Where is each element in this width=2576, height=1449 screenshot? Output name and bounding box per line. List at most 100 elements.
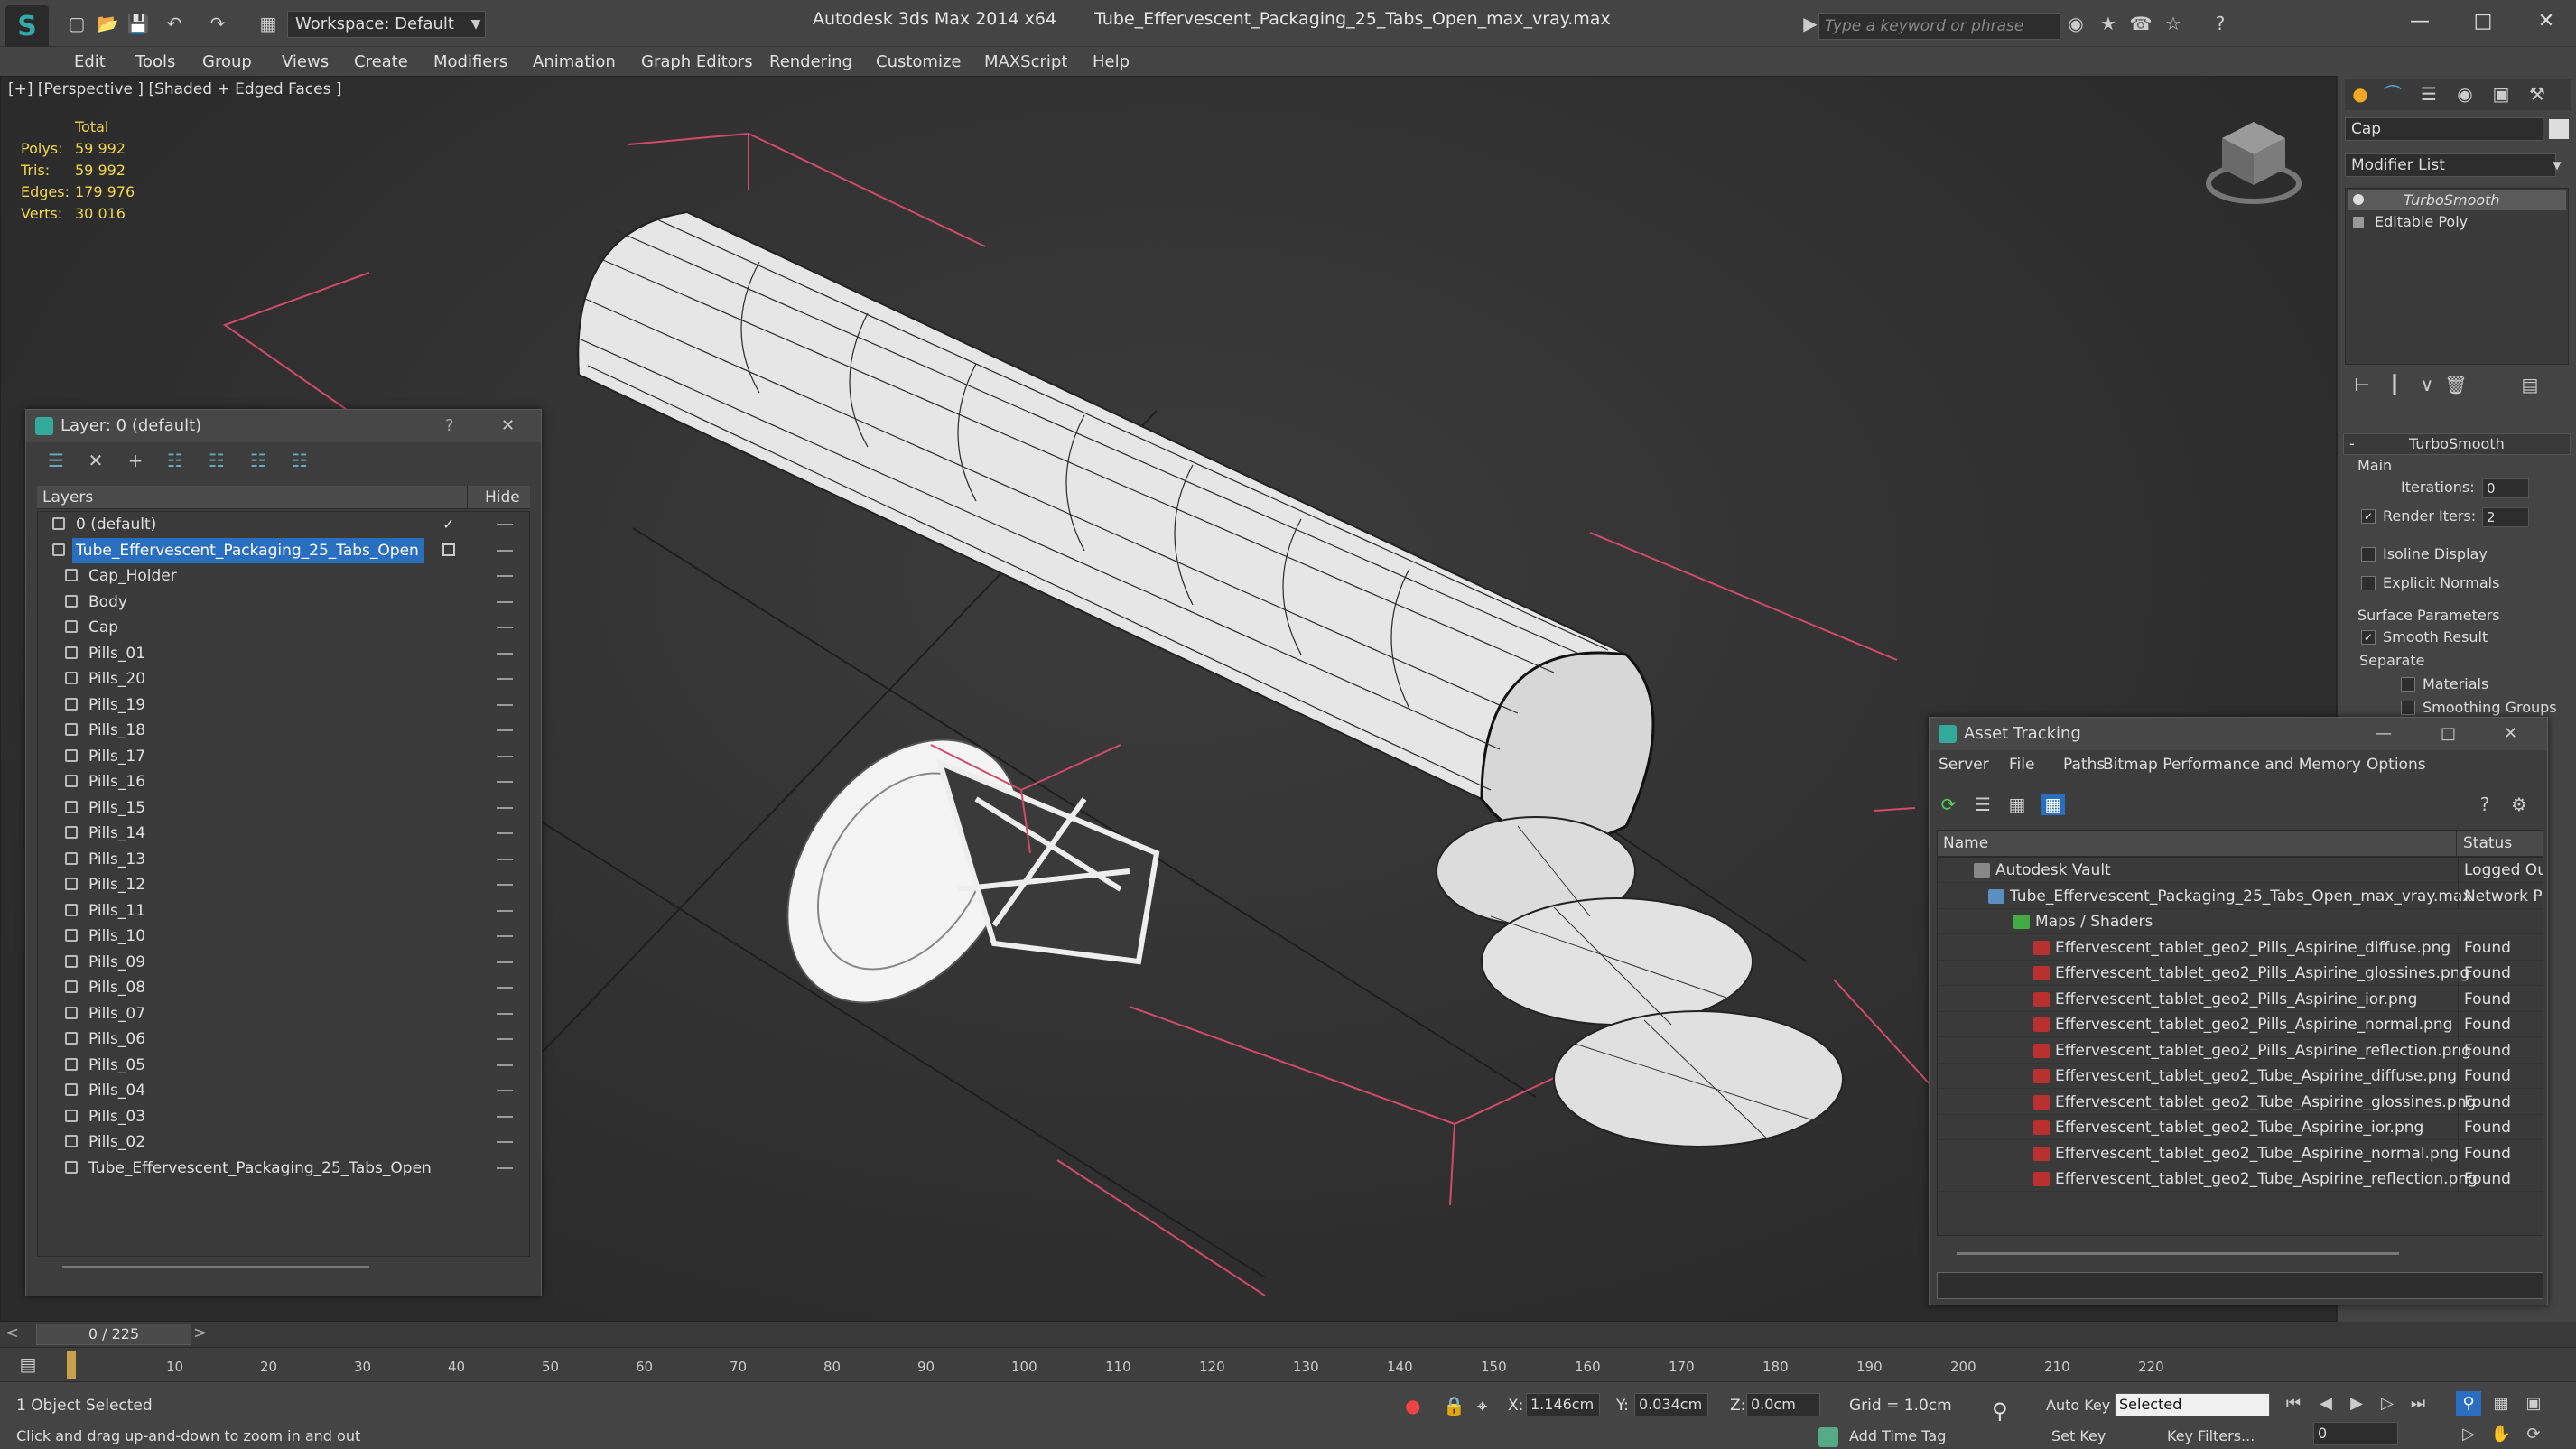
refresh-icon[interactable]: ⟳ [1937, 794, 1960, 815]
object-name-field[interactable]: Cap [2345, 117, 2543, 141]
asset-menu-paths[interactable]: Paths [2063, 756, 2105, 774]
previous-frame-icon[interactable]: ◀ [2313, 1391, 2339, 1416]
asset-menu-file[interactable]: File [2009, 756, 2034, 774]
asset-row[interactable]: Effervescent_tablet_geo2_Pills_Aspirine_… [1938, 1037, 2543, 1064]
asset-menu-bitmap-performance[interactable]: Bitmap Performance and Memory [2103, 756, 2361, 774]
communication-icon[interactable]: ☎ [2129, 13, 2153, 34]
current-layer-box-icon[interactable] [442, 543, 455, 556]
close-icon[interactable]: ✕ [501, 410, 515, 442]
hide-toggle-icon[interactable] [497, 806, 513, 809]
new-file-icon[interactable]: ▢ [65, 13, 88, 34]
hide-toggle-icon[interactable] [497, 832, 513, 834]
stack-item-turbosmooth[interactable]: TurboSmooth [2348, 190, 2566, 210]
add-to-layer-icon[interactable]: + [124, 450, 147, 471]
open-file-icon[interactable]: 📂 [96, 13, 119, 34]
time-tag-icon[interactable] [1818, 1427, 1838, 1447]
render-iters-checkbox[interactable]: ✓ [2361, 509, 2376, 524]
key-icon[interactable]: ⚲ [1992, 1398, 2008, 1424]
object-row[interactable]: Pills_13 [38, 847, 529, 872]
hide-toggle-icon[interactable] [497, 935, 513, 937]
smoothing-groups-checkbox[interactable] [2401, 701, 2415, 715]
object-row[interactable]: Pills_07 [38, 1001, 529, 1026]
auto-key-button[interactable]: Auto Key [2046, 1397, 2110, 1414]
menu-animation[interactable]: Animation [533, 52, 616, 71]
close-icon[interactable]: ✕ [2504, 718, 2517, 750]
hide-toggle-icon[interactable] [497, 1064, 513, 1066]
chevron-down-icon[interactable]: ▼ [466, 11, 486, 38]
pin-stack-icon[interactable]: ⊢ [2350, 374, 2374, 395]
zoom-extents-icon[interactable]: ▣ [2521, 1391, 2546, 1416]
current-layer-check-icon[interactable]: ✓ [442, 512, 454, 537]
object-row[interactable]: Pills_10 [38, 924, 529, 949]
object-row[interactable]: Cap_Holder [38, 563, 529, 589]
asset-row[interactable]: Maps / Shaders [1938, 909, 2543, 934]
settings-icon[interactable]: ⚙ [2507, 794, 2531, 815]
asset-tracking-titlebar[interactable]: Asset Tracking — □ ✕ [1930, 718, 2547, 750]
asset-row[interactable]: Effervescent_tablet_geo2_Tube_Aspirine_d… [1938, 1064, 2543, 1089]
hide-toggle-icon[interactable] [497, 652, 513, 655]
layer-row[interactable]: 0 (default) ✓ [38, 512, 529, 537]
object-row[interactable]: Pills_18 [38, 718, 529, 743]
object-row[interactable]: Cap [38, 615, 529, 640]
hide-toggle-icon[interactable] [497, 884, 513, 886]
col-layers[interactable]: Layers [42, 488, 93, 506]
orbit-icon[interactable]: ⟳ [2521, 1422, 2546, 1447]
viewcube-icon[interactable] [2204, 113, 2303, 212]
object-row[interactable]: Pills_17 [38, 744, 529, 769]
asset-row[interactable]: Effervescent_tablet_geo2_Tube_Aspirine_n… [1938, 1140, 2543, 1166]
y-coord-field[interactable]: 0.034cm [1634, 1393, 1708, 1416]
asset-row[interactable]: Effervescent_tablet_geo2_Tube_Aspirine_i… [1938, 1115, 2543, 1140]
asset-menu-server[interactable]: Server [1939, 756, 1989, 774]
materials-checkbox[interactable] [2401, 677, 2415, 692]
freeze-all-icon[interactable]: ☷ [288, 450, 312, 471]
object-row[interactable]: Pills_06 [38, 1026, 529, 1052]
hide-toggle-icon[interactable] [497, 909, 513, 912]
go-to-end-icon[interactable]: ⏭ [2405, 1391, 2431, 1416]
menu-edit[interactable]: Edit [74, 52, 106, 71]
object-row[interactable]: Pills_05 [38, 1053, 529, 1078]
asset-row[interactable]: Tube_Effervescent_Packaging_25_Tabs_Open… [1938, 883, 2543, 909]
z-coord-field[interactable]: 0.0cm [1746, 1393, 1820, 1416]
expand-icon[interactable] [2353, 217, 2364, 228]
workspace-dropdown[interactable]: Workspace: Default [287, 11, 486, 38]
hide-toggle-icon[interactable] [497, 1038, 513, 1040]
menu-group[interactable]: Group [202, 52, 252, 71]
asset-row[interactable]: Effervescent_tablet_geo2_Pills_Aspirine_… [1938, 1012, 2543, 1037]
object-row[interactable]: Tube_Effervescent_Packaging_25_Tabs_Open [38, 1156, 529, 1181]
new-layer-icon[interactable]: ☰ [44, 450, 68, 471]
iterations-spinner[interactable]: 0 [2482, 478, 2529, 498]
go-to-start-icon[interactable]: ⏮ [2281, 1391, 2306, 1416]
object-row[interactable]: Pills_15 [38, 795, 529, 821]
asset-row[interactable]: Effervescent_tablet_geo2_Pills_Aspirine_… [1938, 934, 2543, 961]
next-frame-icon[interactable]: > [193, 1324, 207, 1342]
hide-toggle-icon[interactable] [497, 781, 513, 783]
col-name[interactable]: Name [1943, 834, 1988, 852]
close-icon[interactable]: ✕ [2519, 4, 2573, 40]
hide-toggle-icon[interactable] [497, 1012, 513, 1015]
hide-toggle-icon[interactable] [497, 961, 513, 963]
help-icon[interactable]: ? [2209, 13, 2232, 34]
hide-toggle-icon[interactable] [497, 1090, 513, 1091]
help-icon[interactable]: ? [2473, 794, 2497, 815]
configure-sets-icon[interactable]: ▤ [2518, 374, 2542, 395]
modify-tab-icon[interactable]: ⌒ [2381, 83, 2404, 105]
maximize-icon[interactable]: □ [2456, 4, 2510, 40]
modifier-list-dropdown[interactable]: Modifier List [2345, 153, 2556, 177]
asset-row[interactable]: Effervescent_tablet_geo2_Tube_Aspirine_r… [1938, 1166, 2543, 1192]
object-color-swatch[interactable] [2549, 119, 2569, 139]
remove-modifier-icon[interactable]: 🗑 [2444, 374, 2468, 395]
object-row[interactable]: Pills_03 [38, 1104, 529, 1129]
render-iters-spinner[interactable]: 2 [2482, 507, 2529, 527]
hide-toggle-icon[interactable] [497, 729, 513, 731]
project-folder-icon[interactable]: ▦ [256, 13, 280, 34]
lock-icon[interactable]: 🔒 [1443, 1395, 1465, 1416]
help-icon[interactable]: ? [445, 410, 454, 442]
hide-toggle-icon[interactable] [497, 549, 513, 552]
lightbulb-icon[interactable] [2353, 194, 2364, 205]
stack-item-editable-poly[interactable]: Editable Poly [2348, 212, 2566, 232]
hide-toggle-icon[interactable] [497, 1166, 513, 1169]
col-status[interactable]: Status [2463, 834, 2512, 852]
redo-icon[interactable]: ↷ [206, 13, 229, 34]
zoom-icon[interactable]: ⚲ [2456, 1391, 2481, 1416]
object-row[interactable]: Body [38, 590, 529, 615]
